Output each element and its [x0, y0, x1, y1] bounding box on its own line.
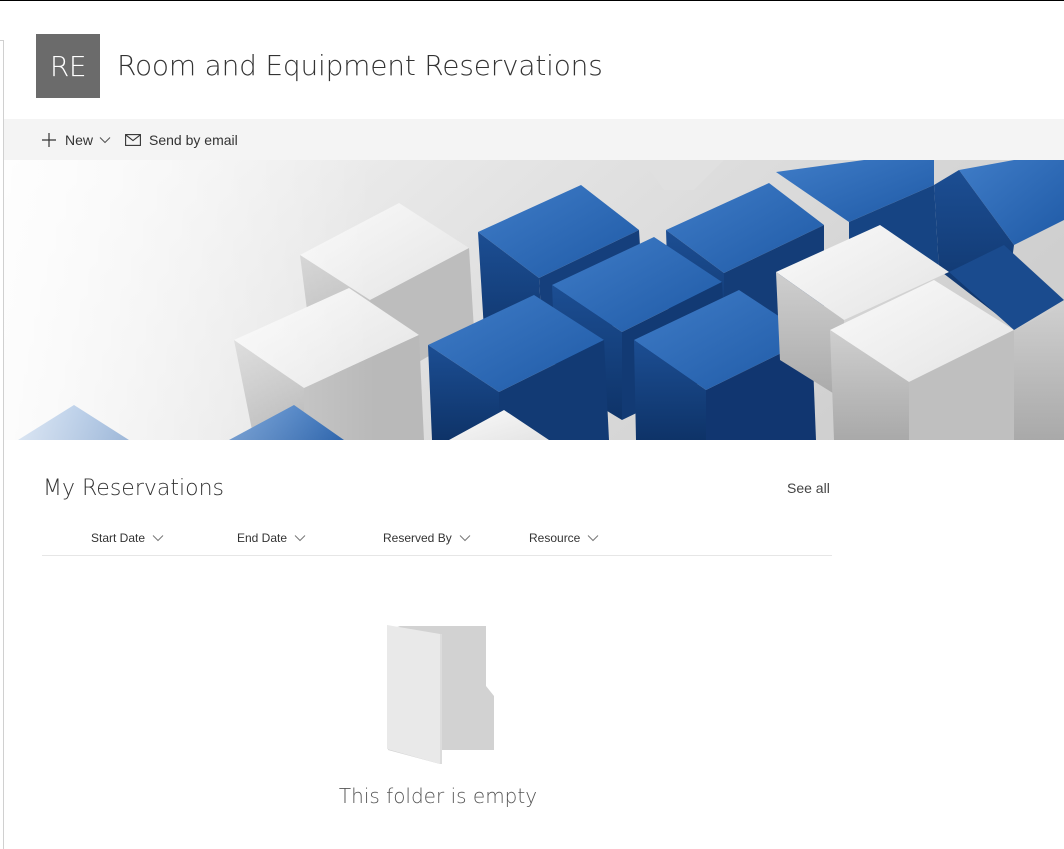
empty-folder-icon [387, 625, 494, 764]
new-button-label: New [65, 131, 94, 148]
site-title[interactable]: Room and Equipment Reservations [117, 49, 603, 82]
chevron-down-icon [99, 136, 111, 143]
column-headers: Start Date End Date Reserved By Resource [42, 525, 832, 556]
add-icon [42, 132, 56, 147]
column-header-label: Reserved By [383, 531, 452, 545]
chevron-down-icon [459, 535, 471, 542]
site-header: RE Room and Equipment Reservations [4, 1, 1064, 119]
column-header-label: Start Date [91, 531, 146, 545]
mail-icon [125, 133, 141, 146]
new-button[interactable]: New [41, 119, 111, 160]
chevron-down-icon [294, 535, 306, 542]
send-by-email-label: Send by email [149, 131, 238, 148]
column-header-end-date[interactable]: End Date [237, 531, 306, 545]
site-logo[interactable]: RE [36, 34, 100, 98]
cubes-illustration [4, 160, 1064, 440]
column-header-reserved-by[interactable]: Reserved By [383, 531, 471, 545]
send-by-email-button[interactable]: Send by email [125, 119, 238, 160]
column-header-label: Resource [529, 531, 581, 545]
column-header-start-date[interactable]: Start Date [91, 531, 164, 545]
chevron-down-icon [588, 535, 599, 542]
empty-state-message: This folder is empty [338, 784, 538, 808]
see-all-link[interactable]: See all [787, 480, 830, 496]
hero-banner-image [4, 160, 1064, 440]
chevron-down-icon [152, 535, 164, 542]
reservations-title: My Reservations [43, 476, 224, 501]
column-header-label: End Date [237, 531, 288, 545]
column-header-resource[interactable]: Resource [529, 531, 599, 545]
command-bar: New Send by email [4, 119, 1064, 160]
